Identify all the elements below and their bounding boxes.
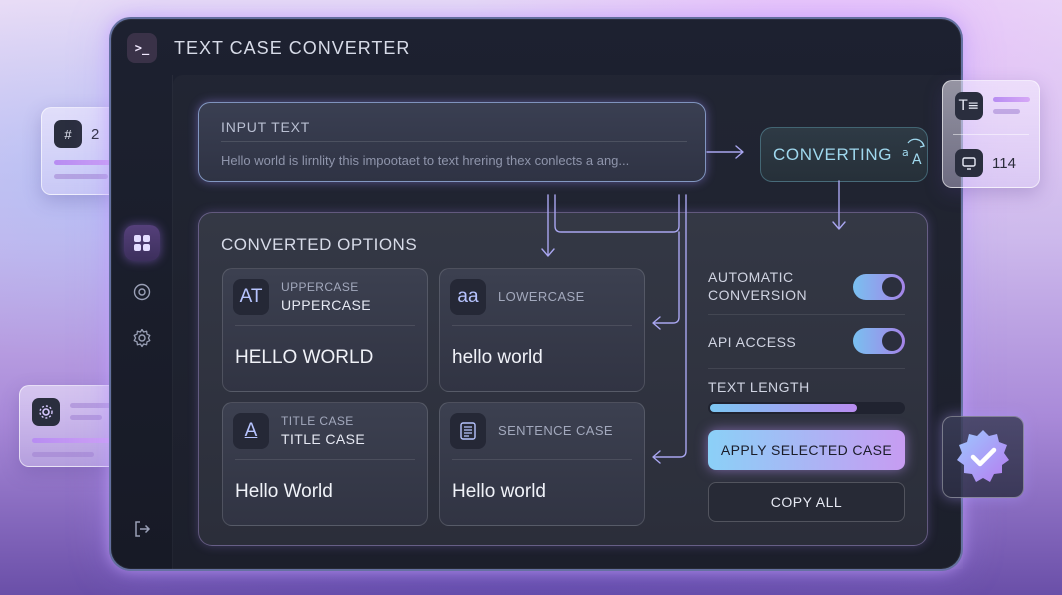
text-length-fill: [710, 404, 857, 412]
auto-conversion-line1: AUTOMATIC: [708, 269, 794, 285]
verified-check-icon: [957, 430, 1009, 482]
converting-status: CONVERTING a A: [760, 127, 928, 182]
uppercase-icon: AT: [233, 279, 269, 315]
case-card-uppercase[interactable]: AT UPPERCASE UPPERCASE HELLO WORLD: [222, 268, 428, 392]
sidebar-item-settings[interactable]: [124, 320, 160, 356]
case-card-lowercase[interactable]: aa LOWERCASE hello world: [439, 268, 645, 392]
apply-selected-case-button[interactable]: APPLY SELECTED CASE: [708, 430, 905, 470]
text-length-bar: [708, 402, 905, 414]
sidebar-item-logout[interactable]: [124, 511, 160, 547]
svg-text:a: a: [902, 146, 909, 159]
api-access-label: API ACCESS: [708, 334, 797, 350]
case-sublabel: UPPERCASE: [281, 280, 359, 294]
monitor-icon: [955, 149, 983, 177]
text-length-label: TEXT LENGTH: [708, 379, 810, 395]
copy-all-button[interactable]: COPY ALL: [708, 482, 905, 522]
settings-divider: [708, 314, 905, 315]
terminal-icon: >_: [127, 33, 157, 63]
settings-column: AUTOMATIC CONVERSION API ACCESS TEXT LEN…: [708, 213, 908, 547]
target-icon: [133, 283, 151, 301]
text-format-icon: T≡: [955, 92, 983, 120]
converted-options-panel: CONVERTED OPTIONS AT UPPERCASE UPPERCASE…: [198, 212, 928, 546]
lowercase-icon: aa: [450, 279, 486, 315]
settings-bar-2: [70, 415, 102, 420]
app-title: TEXT CASE CONVERTER: [174, 37, 411, 58]
case-sublabel: TITLE CASE: [281, 414, 354, 428]
sidebar-item-dashboard[interactable]: [124, 225, 160, 261]
input-text-field[interactable]: Hello world is lirnlity this impootaet t…: [221, 153, 691, 168]
api-access-toggle[interactable]: [853, 328, 905, 354]
stats-bar-2: [993, 109, 1020, 114]
stats-glass-card: T≡ 114: [942, 80, 1040, 188]
dashboard-icon: [134, 235, 150, 251]
case-result: HELLO WORLD: [235, 347, 374, 368]
svg-text:A: A: [912, 152, 922, 167]
stats-count: 114: [992, 155, 1016, 172]
document-lines-icon: [450, 413, 486, 449]
gear-icon: [133, 328, 151, 348]
case-divider: [235, 325, 415, 326]
logout-icon: [135, 521, 151, 537]
input-label: INPUT TEXT: [221, 119, 311, 135]
case-divider: [452, 325, 632, 326]
case-divider: [235, 459, 415, 460]
case-result: hello world: [452, 347, 543, 368]
case-result: Hello World: [235, 481, 333, 502]
case-card-sentencecase[interactable]: SENTENCE CASE Hello world: [439, 402, 645, 526]
case-card-titlecase[interactable]: A TITLE CASE TITLE CASE Hello World: [222, 402, 428, 526]
case-label: LOWERCASE: [498, 289, 585, 304]
case-label: UPPERCASE: [281, 297, 371, 313]
titlecase-icon: A: [233, 413, 269, 449]
options-title: CONVERTED OPTIONS: [221, 235, 418, 254]
title-bar: >_ TEXT CASE CONVERTER: [127, 33, 410, 63]
case-divider: [452, 459, 632, 460]
input-text-card[interactable]: INPUT TEXT Hello world is lirnlity this …: [198, 102, 706, 182]
case-label: SENTENCE CASE: [498, 423, 614, 438]
case-result: Hello world: [452, 481, 546, 502]
settings-chip-icon: [32, 398, 60, 426]
sidebar: [111, 75, 173, 569]
input-divider: [221, 141, 687, 142]
sidebar-item-target[interactable]: [124, 274, 160, 310]
settings-divider: [708, 368, 905, 369]
auto-conversion-toggle[interactable]: [853, 274, 905, 300]
hash-bar-secondary: [54, 174, 108, 179]
settings-bar-4: [32, 452, 94, 457]
hash-icon: #: [54, 120, 82, 148]
toggle-knob: [882, 277, 902, 297]
auto-conversion-label: AUTOMATIC CONVERSION: [708, 268, 807, 304]
case-label: TITLE CASE: [281, 431, 366, 447]
stats-bar-1: [993, 97, 1030, 102]
settings-bar-1: [70, 403, 112, 408]
translate-icon: a A: [900, 137, 930, 172]
verified-badge-card: [942, 416, 1024, 498]
stats-divider: [953, 134, 1029, 135]
hash-count: 2: [91, 126, 100, 143]
converting-label: CONVERTING: [773, 144, 893, 164]
app-window: >_ TEXT CASE CONVERTER INPUT TEXT Hello …: [109, 17, 963, 571]
toggle-knob: [882, 331, 902, 351]
auto-conversion-line2: CONVERSION: [708, 287, 808, 303]
